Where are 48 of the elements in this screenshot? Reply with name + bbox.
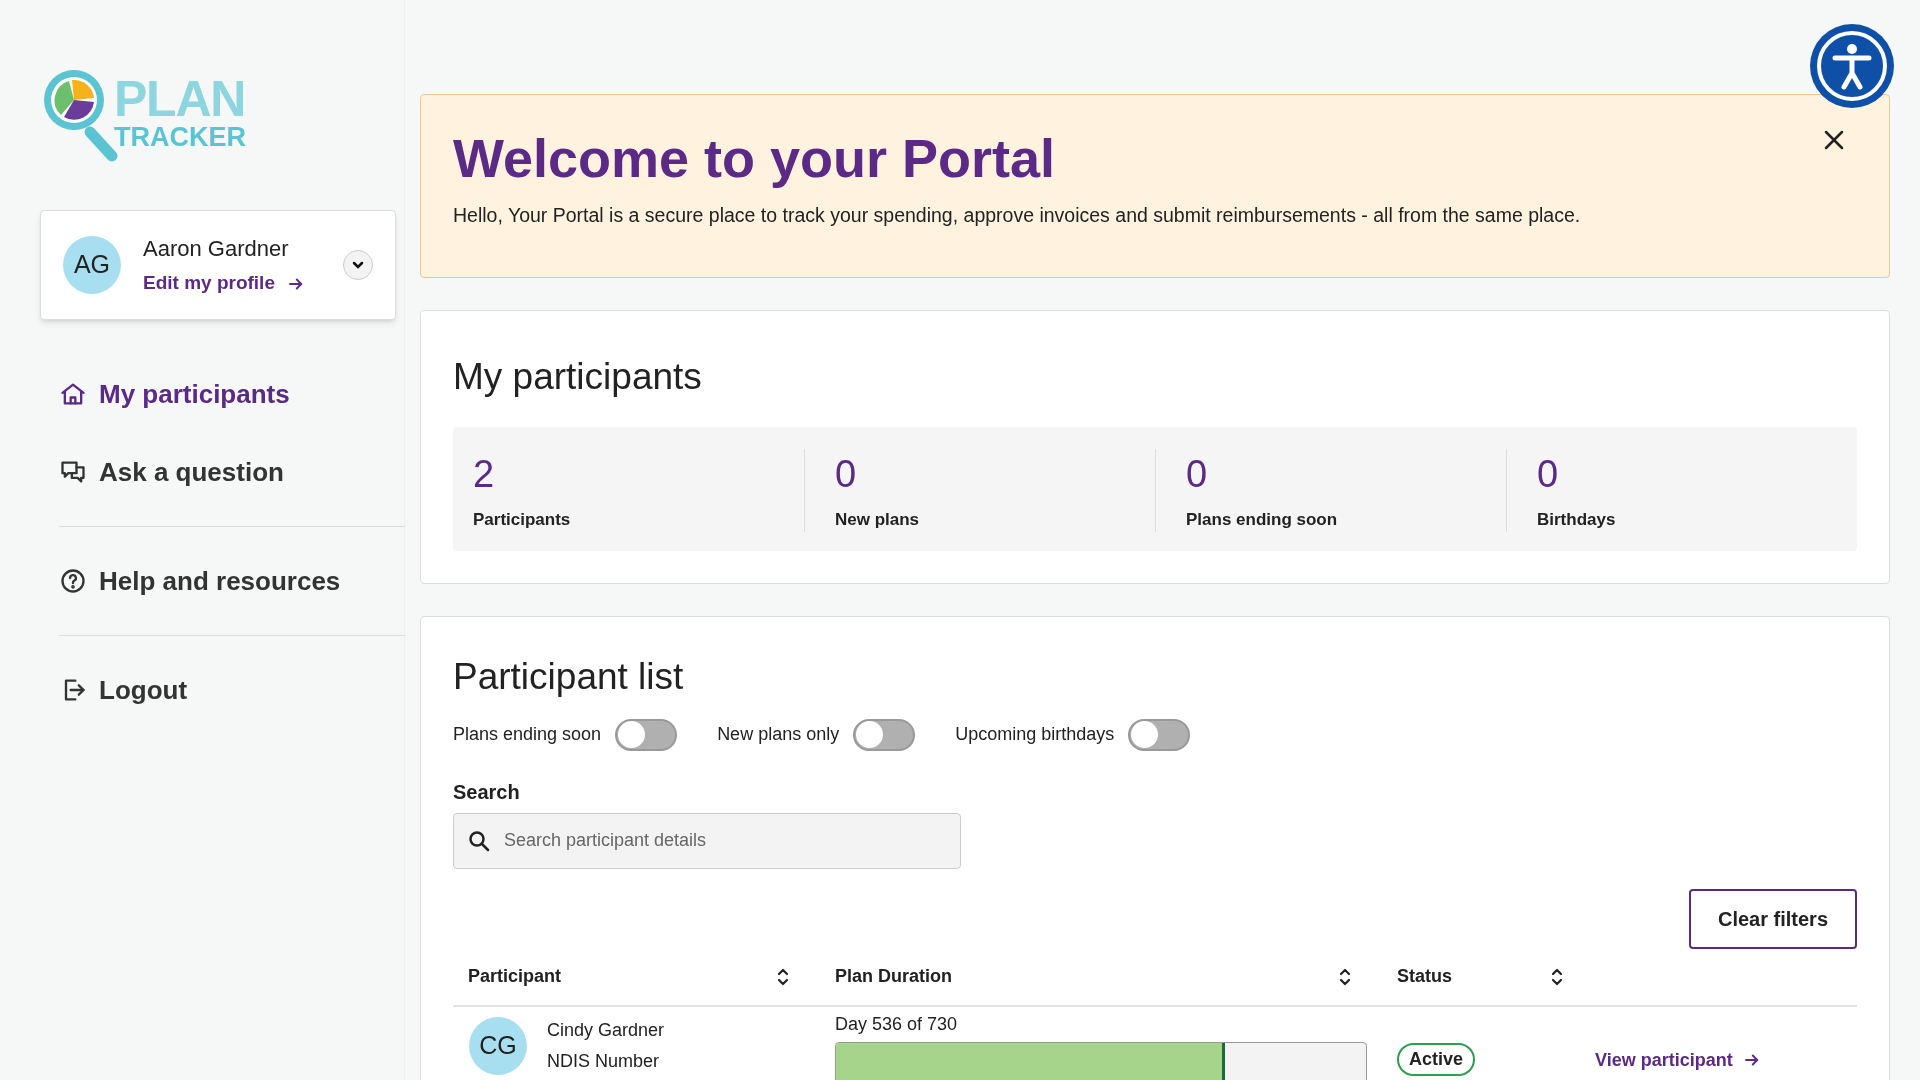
- toggle-switch[interactable]: [615, 718, 678, 751]
- column-header: Participant: [468, 965, 562, 988]
- view-participant-link[interactable]: View participant: [1595, 1046, 1857, 1074]
- stat-value: 2: [473, 454, 496, 493]
- stat-label: New plans: [835, 508, 921, 531]
- sort-icon[interactable]: [776, 966, 790, 987]
- column-header: Status: [1397, 965, 1452, 988]
- search-field[interactable]: Search participant details: [453, 812, 961, 869]
- sort-icon[interactable]: [1550, 966, 1564, 987]
- filter-label: New plans only: [717, 723, 840, 746]
- section-title: My participants: [453, 355, 703, 399]
- stat-label: Plans ending soon: [1186, 508, 1339, 531]
- stat-label: Participants: [473, 508, 572, 531]
- user-name: Aaron Gardner: [143, 235, 290, 264]
- dropdown-button[interactable]: [343, 250, 373, 280]
- clear-filters-button[interactable]: Clear filters: [1689, 888, 1857, 949]
- nav-item[interactable]: Help and resources: [59, 557, 405, 605]
- help-icon: [59, 567, 87, 595]
- chevron-down-icon: [352, 259, 364, 271]
- duration-label: Day 536 of 730: [835, 1012, 959, 1036]
- filter-label: Upcoming birthdays: [955, 723, 1115, 746]
- close-icon: [1823, 129, 1845, 151]
- stat-value: 0: [1537, 454, 1560, 493]
- avatar: CG: [469, 1016, 527, 1075]
- search-icon: [467, 828, 491, 853]
- status-badge: Active: [1397, 1042, 1476, 1076]
- banner-text: Hello, Your Portal is a secure place to track your spending, approve invoices and submit reimbursements - all from the same place.: [453, 202, 1582, 228]
- nav-item[interactable]: Logout: [59, 666, 405, 714]
- column-header: Plan Duration: [835, 965, 952, 988]
- edit-profile-link[interactable]: Edit my profile: [143, 269, 321, 298]
- logo-wordmark: PLAN: [114, 74, 246, 124]
- logo-wordmark: TRACKER: [114, 124, 246, 151]
- avatar: AG: [63, 236, 121, 294]
- sort-icon[interactable]: [1338, 966, 1352, 987]
- nav-item[interactable]: Ask a question: [59, 448, 404, 496]
- banner-title: Welcome to your Portal: [453, 127, 1056, 190]
- toggle-switch[interactable]: [853, 718, 916, 751]
- stat-value: 0: [835, 454, 858, 493]
- stat-value: 0: [1186, 454, 1209, 493]
- participant-detail: NDIS Number: [547, 1049, 661, 1073]
- stat-label: Birthdays: [1537, 508, 1617, 531]
- toggle-switch[interactable]: [1128, 718, 1191, 751]
- search-label: Search: [453, 779, 521, 805]
- filter-label: Plans ending soon: [453, 723, 602, 746]
- participant-name: Cindy Gardner: [547, 1018, 665, 1042]
- accessibility-icon: [1815, 29, 1889, 103]
- nav-item[interactable]: My participants: [59, 370, 404, 418]
- section-title: Participant list: [453, 655, 685, 699]
